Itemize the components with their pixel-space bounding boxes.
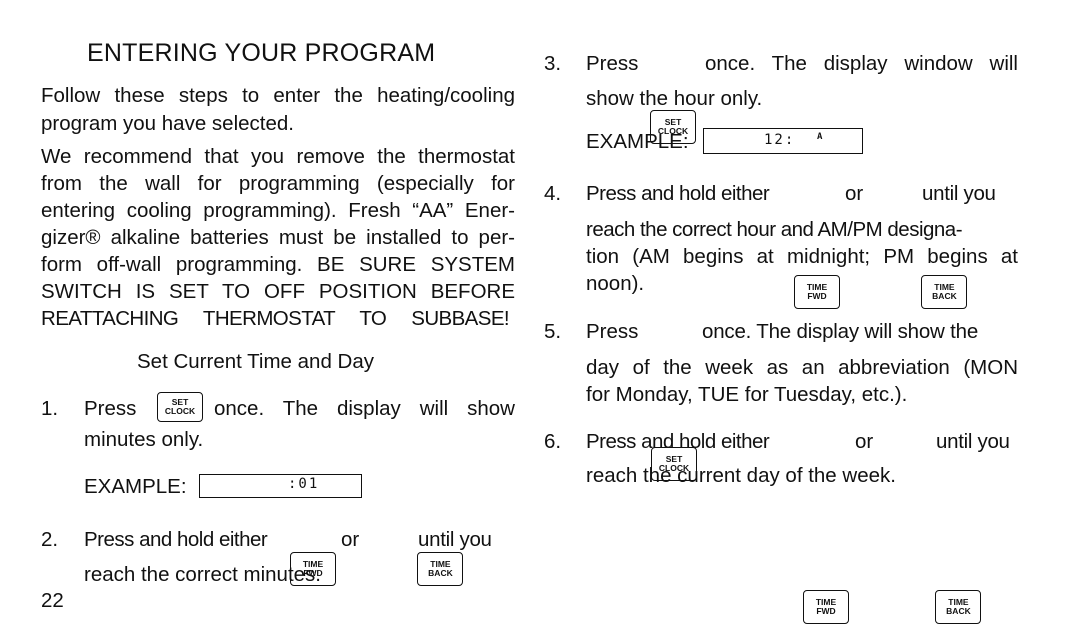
lcd-display-example: 12: A bbox=[703, 128, 863, 154]
step-text: noon). bbox=[586, 272, 645, 295]
step-text: day of the week as an abbreviation (MON bbox=[586, 356, 1018, 379]
step-text: show the hour only. bbox=[586, 87, 763, 110]
section-subheading: Set Current Time and Day bbox=[137, 350, 374, 373]
step-text: Press bbox=[586, 320, 639, 343]
step-number: 4. bbox=[544, 182, 562, 205]
step-text: Press and hold either bbox=[84, 528, 268, 551]
step-number: 2. bbox=[41, 528, 59, 551]
key-label: FWD bbox=[816, 606, 836, 616]
key-label: BACK bbox=[932, 291, 957, 301]
step-number: 5. bbox=[544, 320, 562, 343]
set-clock-key-icon: SET CLOCK bbox=[157, 392, 203, 422]
step-text: Press bbox=[586, 52, 639, 75]
time-back-key-icon: TIME BACK bbox=[935, 590, 982, 624]
step-text: once. The display will show bbox=[214, 397, 515, 420]
example-label: EXAMPLE: bbox=[586, 130, 689, 153]
step-text: until you bbox=[936, 430, 1010, 453]
step-text: until you bbox=[418, 528, 492, 551]
step-text: until you bbox=[922, 182, 996, 205]
step-text: reach the current day of the week. bbox=[586, 464, 896, 487]
intro-line: program you have selected. bbox=[41, 112, 294, 135]
step-text: or bbox=[855, 430, 874, 453]
step-text: Press and hold either bbox=[586, 182, 770, 205]
warning-line: entering cooling programming). Fresh “AA… bbox=[41, 199, 515, 222]
step-text: for Monday, TUE for Tuesday, etc.). bbox=[586, 383, 908, 406]
step-text: Press and hold either bbox=[586, 430, 770, 453]
lcd-display-value: :01 bbox=[288, 476, 320, 492]
am-indicator: A bbox=[817, 132, 823, 142]
time-back-key-icon: TIME BACK bbox=[921, 275, 968, 309]
step-number: 3. bbox=[544, 52, 562, 75]
warning-line: REATTACHING THERMOSTAT TO SUBBASE! bbox=[41, 307, 510, 330]
time-back-key-icon: TIME BACK bbox=[417, 552, 464, 586]
step-number: 1. bbox=[41, 397, 59, 420]
step-1: 1. Press SET CLOCK once. The display wil… bbox=[0, 0, 1080, 498]
step-text: reach the correct hour and AM/PM designa… bbox=[586, 218, 963, 241]
lcd-display-example: :01 bbox=[199, 474, 362, 498]
warning-line: SWITCH IS SET TO OFF POSITION BEFORE bbox=[41, 280, 515, 303]
warning-line: from the wall for programming (especiall… bbox=[41, 172, 515, 195]
page-number: 22 bbox=[41, 589, 64, 612]
key-label: BACK bbox=[946, 606, 971, 616]
warning-line: form off-wall programming. BE SURE SYSTE… bbox=[41, 253, 515, 276]
example-label: EXAMPLE: bbox=[84, 475, 187, 498]
step-text: tion (AM begins at midnight; PM begins a… bbox=[586, 245, 1018, 268]
step-text: or bbox=[845, 182, 864, 205]
lcd-display-value: 12: bbox=[764, 132, 796, 148]
page-title: ENTERING YOUR PROGRAM bbox=[87, 39, 436, 67]
time-fwd-key-icon: TIME FWD bbox=[803, 590, 849, 624]
time-fwd-key-icon: TIME FWD bbox=[794, 275, 840, 309]
step-text: or bbox=[341, 528, 360, 551]
key-label: BACK bbox=[428, 568, 453, 578]
step-number: 6. bbox=[544, 430, 562, 453]
step-text: reach the correct minutes. bbox=[84, 563, 321, 586]
key-label: FWD bbox=[807, 291, 827, 301]
warning-line: gizer® alkaline batteries must be instal… bbox=[41, 226, 515, 249]
step-text: Press bbox=[84, 397, 137, 420]
warning-line: We recommend that you remove the thermos… bbox=[41, 145, 515, 168]
step-text: minutes only. bbox=[84, 428, 204, 451]
step-text: once. The display will show the bbox=[702, 320, 979, 343]
key-label: CLOCK bbox=[164, 406, 196, 416]
step-text: once. The display window will bbox=[705, 52, 1018, 75]
intro-line: Follow these steps to enter the heating/… bbox=[41, 84, 515, 107]
